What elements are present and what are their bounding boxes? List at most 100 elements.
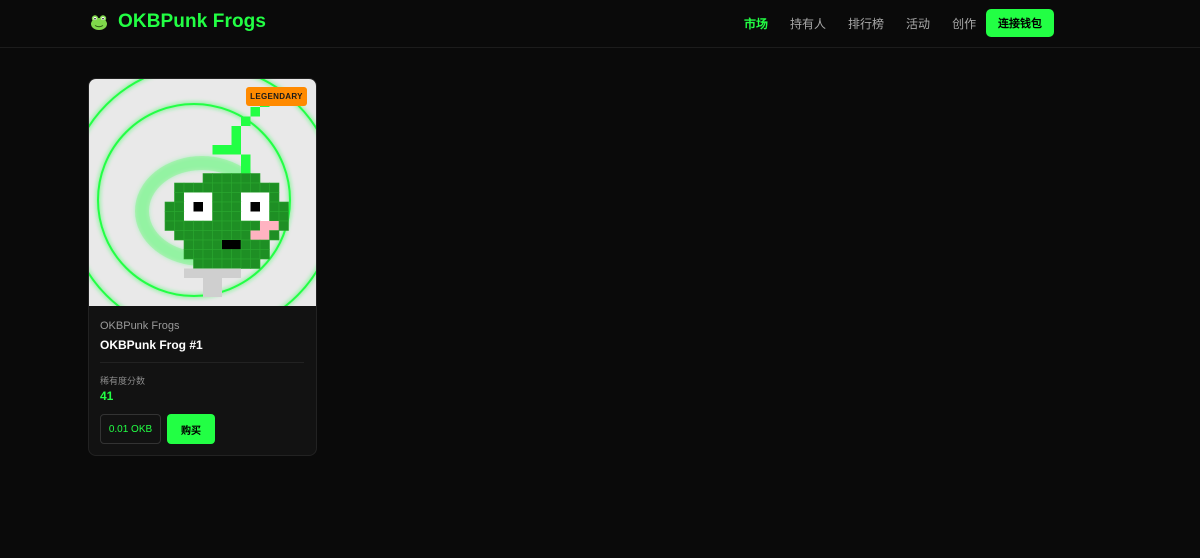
frog-pixel [250,249,261,260]
frog-pixel [212,278,222,288]
frog-pixel [278,201,289,212]
frog-pixel [250,182,261,193]
main-nav: 市场 持有人 排行榜 活动 创作 [744,15,998,32]
frog-pixel [183,239,194,250]
frog-pixel [241,192,251,202]
frog-pixel [221,211,232,222]
nav-item-leaderboard[interactable]: 排行榜 [848,15,884,32]
frog-pixel [221,258,232,269]
nav-item-holders[interactable]: 持有人 [790,15,826,32]
frog-pixel [212,211,223,222]
frog-pixel [221,249,232,260]
frog-pixel [231,249,242,260]
frog-pixel [240,239,251,250]
frog-pixel [222,268,232,278]
frog-pixel [212,268,222,278]
frog-pixel [240,258,251,269]
frog-pixel [202,173,213,184]
frog-pixel [260,202,270,212]
frog-pixel [250,230,260,240]
frog-pixel [222,240,232,250]
frog-pixel [174,192,185,203]
brand[interactable]: OKBPunk Frogs [89,11,266,33]
frog-pixel [221,173,232,184]
frog-pixel [212,145,222,155]
frog-pixel [260,221,270,231]
frog-pixel [202,230,213,241]
frog-pixel [240,220,251,231]
frog-pixel [260,230,270,240]
frog-pixel [212,201,223,212]
frog-pixel [231,192,242,203]
frog-pixel [231,201,242,212]
frog-pixel [174,230,185,241]
frog-pixel [183,249,194,260]
frog-pixel [212,220,223,231]
frog-pixel [212,182,223,193]
nav-item-market[interactable]: 市场 [744,15,768,32]
frog-pixel [231,211,242,222]
frog-pixel [202,182,213,193]
frog-pixel [221,182,232,193]
collection-name: OKBPunk Frogs [100,320,180,332]
frog-pixel [203,202,213,212]
divider [100,362,304,363]
frog-pixel [241,164,251,174]
frog-pixel [260,192,270,202]
frog-pixel [193,182,204,193]
nft-card[interactable]: LEGENDARY OKBPunk Frogs OKBPunk Frog #1 … [88,78,317,456]
frog-pixel [193,192,203,202]
frog-pixel [240,182,251,193]
nav-item-create[interactable]: 创作 [952,15,976,32]
frog-pixel [212,287,222,297]
frog-pixel [269,211,280,222]
nav-item-activity[interactable]: 活动 [906,15,930,32]
frog-pixel [212,230,223,241]
frog-pixel [183,220,194,231]
frog-pixel [250,173,261,184]
frog-pixel [231,173,242,184]
frog-pixel [259,182,270,193]
frog-pixel [193,230,204,241]
frog-pixel [212,173,223,184]
frog-pixel [250,211,260,221]
frog-pixel [221,220,232,231]
frog-pixel [231,220,242,231]
frog-pixel [184,202,194,212]
frog-pixel [183,182,194,193]
frog-pixel [221,201,232,212]
frog-pixel [260,211,270,221]
frog-pixel [174,201,185,212]
nft-image[interactable]: LEGENDARY [89,79,316,306]
frog-pixel [184,211,194,221]
top-header: OKBPunk Frogs 市场 持有人 排行榜 活动 创作 连接钱包 [0,0,1200,48]
frog-pixel [250,202,260,212]
frog-pixel [222,145,232,155]
rarity-score-value: 41 [100,389,114,403]
frog-pixel [183,230,194,241]
frog-pixel [164,220,175,231]
connect-wallet-button[interactable]: 连接钱包 [986,9,1054,37]
frog-pixel [231,240,241,250]
frog-pixel [269,192,280,203]
frog-pixel [212,192,223,203]
frog-pixel [250,107,260,117]
frog-pixel [250,192,260,202]
frog-pixel [269,221,279,231]
frog-pixel [278,211,289,222]
frog-pixel [231,135,241,145]
nft-title: OKBPunk Frog #1 [100,338,203,352]
frog-pixel [203,268,213,278]
frog-pixel [193,220,204,231]
frog-pixel [250,258,261,269]
frog-pixel [269,230,280,241]
buy-button[interactable]: 购买 [167,414,215,444]
frog-pixel [203,211,213,221]
frog-pixel [193,239,204,250]
frog-pixel [259,249,270,260]
frog-pixel [240,230,251,241]
rarity-score-label: 稀有度分数 [100,376,146,386]
frog-pixel [174,211,185,222]
frog-pixel [212,239,223,250]
frog-pixel [240,249,251,260]
